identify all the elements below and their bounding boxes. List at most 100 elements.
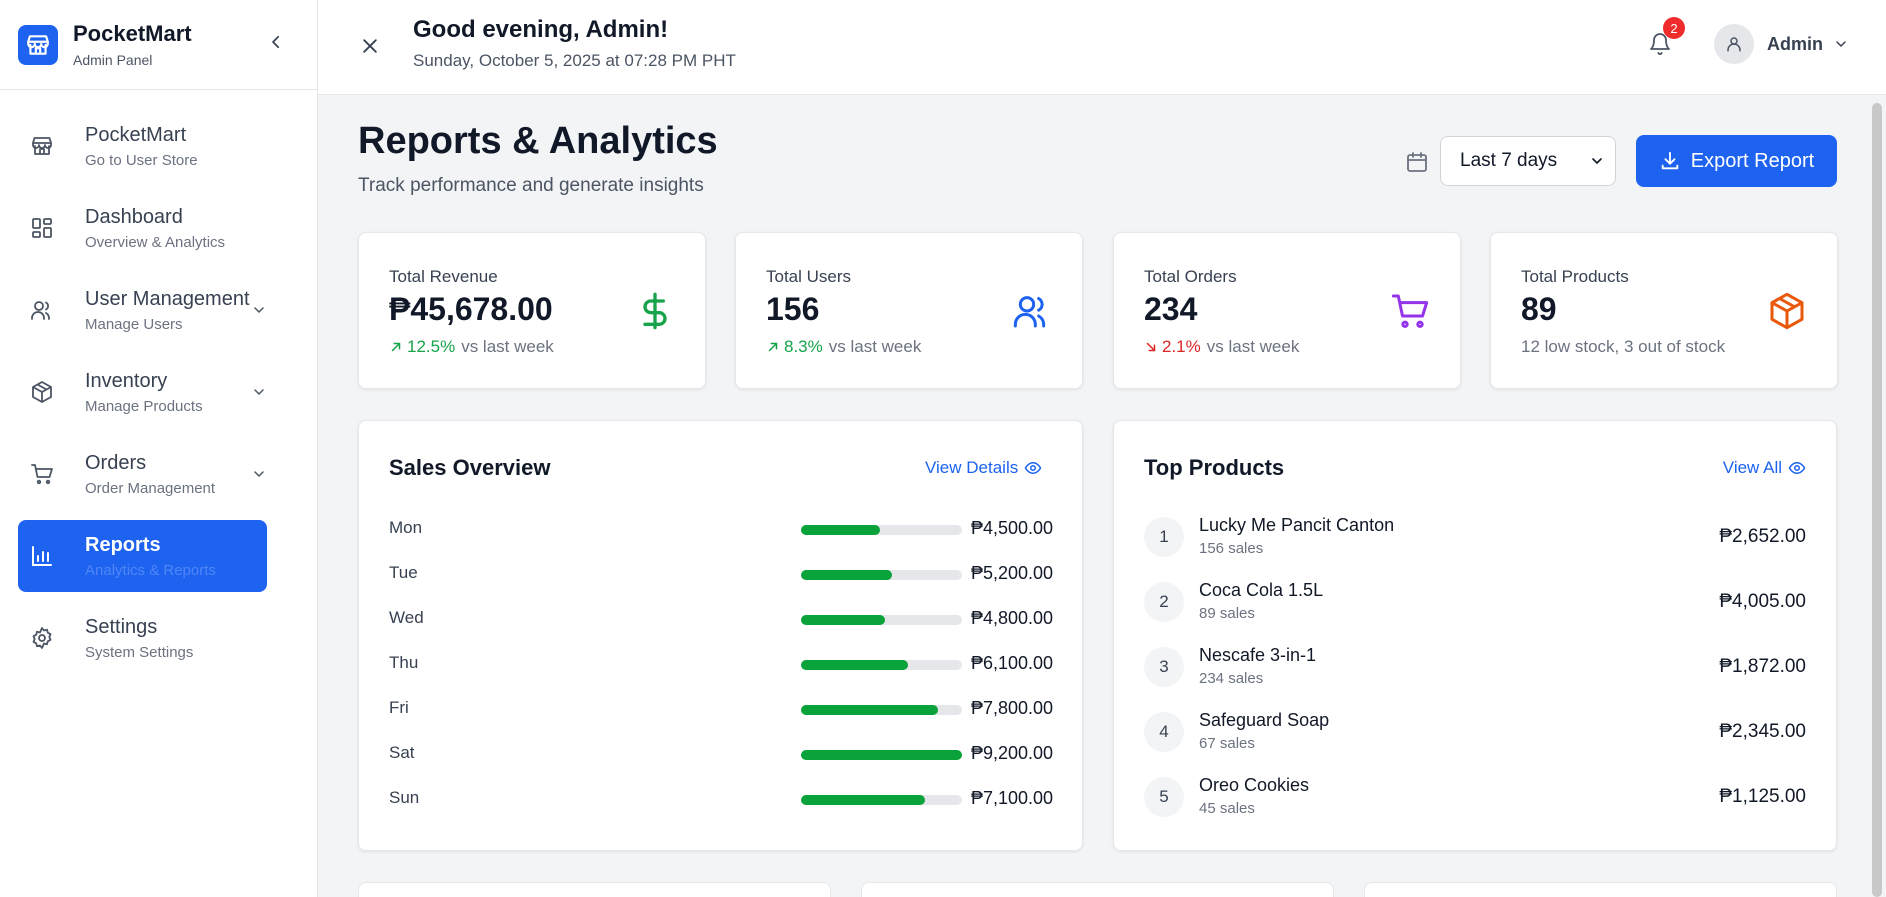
product-rank: 4 (1144, 712, 1184, 752)
stat-label: Total Products (1521, 267, 1629, 286)
sales-amount: ₱5,200.00 (971, 563, 1054, 583)
sales-row: Fri ₱7,800.00 (389, 694, 1059, 724)
chevron-down-icon[interactable] (249, 300, 269, 320)
dollar-icon (635, 291, 675, 331)
sidebar-item-pocketmart[interactable]: PocketMart Go to User Store (18, 110, 267, 182)
sales-row: Mon ₱4,500.00 (389, 514, 1059, 544)
sales-overview-panel: Sales Overview View Details Mon ₱4,500.00… (358, 420, 1083, 851)
dashboard-grid-icon (30, 216, 54, 240)
stat-compare: vs last week (828, 337, 922, 356)
sidebar-item-label: Orders (85, 451, 147, 474)
product-sales: 234 sales (1199, 670, 1264, 687)
sales-bar-fill (801, 615, 885, 625)
top-bar: Good evening, Admin! Sunday, October 5, … (318, 0, 1886, 95)
export-report-button[interactable]: Export Report (1636, 135, 1837, 187)
close-button[interactable] (358, 34, 382, 58)
brand-header: PocketMart Admin Panel (0, 0, 317, 90)
sales-bar-fill (801, 705, 938, 715)
cart-icon (30, 462, 54, 486)
stat-label: Total Revenue (389, 267, 498, 286)
sidebar-nav: PocketMart Go to User Store Dashboard Over… (18, 110, 267, 684)
download-icon (1659, 150, 1681, 172)
eye-icon (1024, 459, 1042, 477)
sales-bar-track (801, 570, 962, 580)
brand-subtitle: Admin Panel (73, 52, 153, 68)
users-icon (1012, 291, 1052, 331)
trend-up-icon (391, 342, 401, 352)
product-price: ₱1,125.00 (1719, 786, 1806, 807)
panel-title: Top Products (1144, 455, 1285, 480)
stat-card-users: Total Users 156 8.3% vs last week (735, 232, 1083, 389)
sidebar-item-sub: Analytics & Reports (85, 561, 216, 579)
sales-bar-track (801, 660, 962, 670)
sales-bar-track (801, 525, 962, 535)
sales-row: Thu ₱6,100.00 (389, 649, 1059, 679)
greeting-title: Good evening, Admin! (413, 16, 669, 43)
stat-value: 156 (766, 291, 820, 327)
sales-day: Sat (389, 743, 415, 762)
product-row[interactable]: 5 Oreo Cookies 45 sales ₱1,125.00 (1144, 773, 1806, 823)
sidebar-item-label: Inventory (85, 369, 168, 392)
report-card (358, 882, 831, 897)
avatar (1714, 24, 1754, 64)
user-icon (1727, 37, 1741, 52)
collapse-sidebar-button[interactable] (265, 31, 287, 53)
sales-amount: ₱6,100.00 (971, 653, 1054, 673)
product-row[interactable]: 3 Nescafe 3-in-1 234 sales ₱1,872.00 (1144, 643, 1806, 693)
sales-bar-track (801, 750, 962, 760)
report-card (1364, 882, 1837, 897)
sidebar-item-user-management[interactable]: User Management Manage Users (18, 274, 267, 346)
greeting: Good evening, Admin! Sunday, October 5, … (413, 16, 736, 71)
page-subtitle: Track performance and generate insights (358, 175, 704, 196)
cart-icon (1390, 291, 1430, 331)
sidebar-item-dashboard[interactable]: Dashboard Overview & Analytics (18, 192, 267, 264)
view-all-link[interactable]: View All (1723, 458, 1806, 478)
sidebar-item-sub: Manage Products (85, 397, 203, 415)
sales-day: Fri (389, 698, 409, 717)
chevron-left-icon (272, 35, 280, 49)
product-row[interactable]: 2 Coca Cola 1.5L 89 sales ₱4,005.00 (1144, 578, 1806, 628)
stat-footer: 8.3% vs last week (766, 337, 921, 357)
stat-change: 8.3% (784, 337, 823, 356)
product-price: ₱2,345.00 (1719, 721, 1806, 742)
sales-row: Sun ₱7,100.00 (389, 784, 1059, 814)
chevron-down-icon (1833, 36, 1849, 52)
user-menu[interactable]: Admin (1714, 24, 1849, 64)
sidebar-item-label: Reports (85, 533, 161, 556)
product-name: Nescafe 3-in-1 (1199, 645, 1317, 665)
sidebar-item-sub: Overview & Analytics (85, 233, 226, 251)
sidebar-item-reports[interactable]: Reports Analytics & Reports (18, 520, 267, 592)
sales-amount: ₱7,100.00 (971, 788, 1054, 808)
product-price: ₱4,005.00 (1719, 591, 1806, 612)
stat-value: 89 (1521, 291, 1557, 327)
trend-down-icon (1146, 342, 1156, 352)
view-details-label: View Details (925, 458, 1019, 477)
product-row[interactable]: 4 Safeguard Soap 67 sales ₱2,345.00 (1144, 708, 1806, 758)
stat-card-revenue: Total Revenue ₱45,678.00 12.5% vs last w… (358, 232, 706, 389)
stat-card-products: Total Products 89 12 low stock, 3 out of… (1490, 232, 1838, 389)
view-details-link[interactable]: View Details (925, 458, 1042, 478)
page-scrollbar[interactable] (1872, 103, 1882, 897)
sales-amount: ₱4,500.00 (971, 518, 1054, 538)
sales-bar-fill (801, 795, 926, 805)
sidebar-item-orders[interactable]: Orders Order Management (18, 438, 267, 510)
page-title: Reports & Analytics (358, 120, 718, 162)
chevron-down-icon[interactable] (249, 382, 269, 402)
sidebar-item-inventory[interactable]: Inventory Manage Products (18, 356, 267, 428)
sidebar-item-sub: Manage Users (85, 315, 183, 333)
product-row[interactable]: 1 Lucky Me Pancit Canton 156 sales ₱2,652.0… (1144, 513, 1806, 563)
stat-label: Total Users (766, 267, 852, 286)
calendar-icon (1405, 150, 1429, 174)
product-rank: 5 (1144, 777, 1184, 817)
sidebar-item-sub: Go to User Store (85, 151, 198, 169)
report-card (861, 882, 1334, 897)
sidebar-item-sub: Order Management (85, 479, 216, 497)
stock-summary: 12 low stock, 3 out of stock (1521, 337, 1726, 356)
chevron-down-icon[interactable] (249, 464, 269, 484)
date-range-select[interactable]: Last 7 days (1440, 136, 1616, 186)
sidebar-item-settings[interactable]: Settings System Settings (18, 602, 267, 674)
product-sales: 156 sales (1199, 540, 1264, 557)
sidebar: PocketMart Admin Panel PocketMart Go to U… (0, 0, 318, 897)
product-name: Coca Cola 1.5L (1199, 580, 1324, 600)
store-icon (30, 134, 54, 158)
